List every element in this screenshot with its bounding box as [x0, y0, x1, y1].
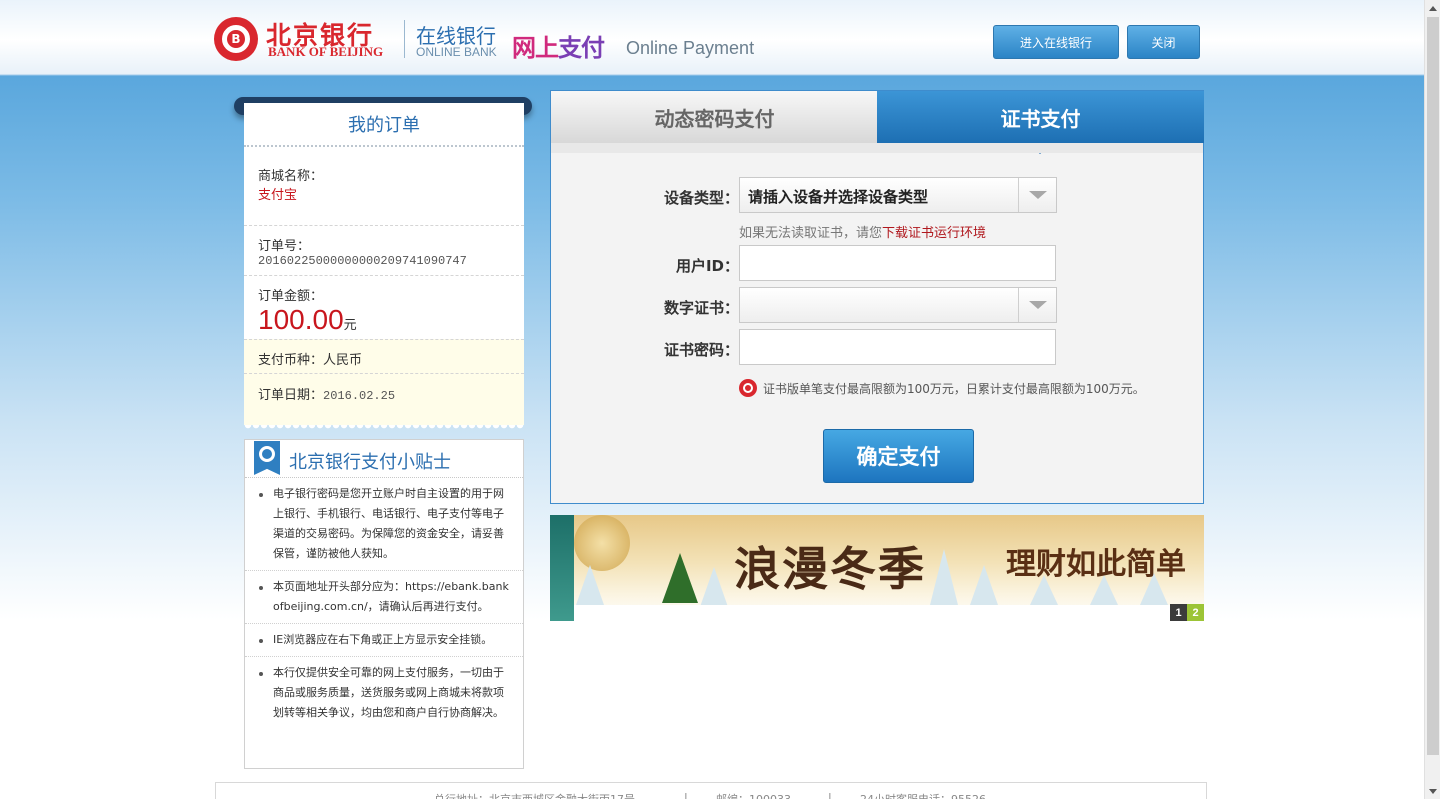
- order-number-value: 20160225000000000209741090747: [258, 254, 467, 268]
- limit-notice: 证书版单笔支付最高限额为100万元，日累计支付最高限额为100万元。: [739, 379, 1145, 397]
- tip-item: 电子银行密码是您开立账户时自主设置的用于网上银行、手机银行、电话银行、电子支付等…: [245, 478, 523, 571]
- online-payment-title-a: 网上: [512, 34, 559, 62]
- tips-list: 电子银行密码是您开立账户时自主设置的用于网上银行、手机银行、电话银行、电子支付等…: [245, 478, 523, 729]
- banner-edge: [550, 515, 574, 621]
- merchant-label: 商城名称：: [258, 169, 324, 184]
- promo-banner[interactable]: 浪漫冬季 理财如此简单 1 2: [550, 515, 1204, 621]
- online-payment-title-b: 支付: [558, 34, 605, 62]
- header-divider: [404, 20, 405, 58]
- bank-logo-small-icon: [739, 379, 757, 397]
- tips-header: 北京银行支付小贴士: [245, 440, 523, 478]
- snow-tree-icon: [930, 549, 958, 605]
- date-value: 2016.02.25: [323, 389, 396, 403]
- device-type-select[interactable]: 请插入设备并选择设备类型: [739, 177, 1057, 213]
- close-button[interactable]: 关闭: [1127, 25, 1200, 59]
- device-type-label: 设备类型：: [663, 189, 739, 207]
- currency-row: 支付币种：人民币: [244, 339, 524, 373]
- bank-name-en: BANK OF BEIJING: [268, 44, 384, 59]
- banner-headline: 浪漫冬季: [734, 542, 926, 596]
- certificate-hint: 如果无法读取证书，请您下载证书运行环境: [739, 222, 986, 241]
- bookmark-badge-icon: [254, 441, 280, 475]
- confirm-payment-button[interactable]: 确定支付: [823, 429, 974, 483]
- footer-separator: |: [684, 791, 688, 799]
- amount-unit: 元: [343, 318, 357, 333]
- device-type-value: 请插入设备并选择设备类型: [748, 188, 929, 206]
- tab-certificate[interactable]: 证书支付: [877, 91, 1204, 154]
- certificate-password-label: 证书密码：: [663, 341, 739, 359]
- snow-tree-icon: [970, 565, 998, 605]
- snow-tree-icon: [576, 565, 604, 605]
- merchant-row: 商城名称： 支付宝: [244, 155, 524, 225]
- order-panel: 我的订单 商城名称： 支付宝 订单号： 20160225000000000209…: [244, 103, 524, 431]
- tips-title: 北京银行支付小贴士: [289, 452, 451, 473]
- footer-hotline: 24小时客服电话：95526: [860, 791, 986, 799]
- footer-separator: |: [828, 791, 832, 799]
- bank-logo-icon: B: [214, 17, 258, 61]
- vertical-scrollbar[interactable]: [1424, 0, 1440, 799]
- receipt-edge: [244, 425, 524, 431]
- chevron-down-icon[interactable]: [1018, 288, 1056, 322]
- certificate-label: 数字证书：: [663, 299, 739, 317]
- currency-value: 人民币: [323, 353, 363, 368]
- merchant-value: 支付宝: [258, 188, 298, 203]
- scroll-down-icon[interactable]: [1425, 783, 1440, 799]
- chevron-down-icon[interactable]: [1018, 178, 1056, 212]
- download-environment-link[interactable]: 下载证书运行环境: [882, 226, 986, 241]
- header: B 北京银行 BANK OF BEIJING 在线银行 ONLINE BANK …: [0, 0, 1424, 76]
- tip-item: 本行仅提供安全可靠的网上支付服务，一切由于商品或服务质量，送货服务或网上商城未将…: [245, 657, 523, 729]
- limit-text: 证书版单笔支付最高限额为100万元，日累计支付最高限额为100万元。: [763, 381, 1145, 396]
- tip-item: 本页面地址开头部分应为：https://ebank.bankofbeijing.…: [245, 571, 523, 624]
- certificate-password-input[interactable]: [739, 329, 1056, 365]
- scroll-up-icon[interactable]: [1425, 0, 1440, 16]
- scrollbar-thumb[interactable]: [1427, 17, 1439, 755]
- currency-label: 支付币种：: [258, 353, 324, 368]
- certificate-select[interactable]: [739, 287, 1057, 323]
- tip-item: IE浏览器应在右下角或正上方显示安全挂锁。: [245, 624, 523, 657]
- footer: 总行地址：北京市西城区金融大街丙17号 | 邮编：100033 | 24小时客服…: [215, 782, 1207, 799]
- tab-underline: [551, 143, 1203, 153]
- date-row: 订单日期：2016.02.25: [244, 373, 524, 425]
- amount-label: 订单金额：: [258, 289, 324, 304]
- order-number-row: 订单号： 20160225000000000209741090747: [244, 225, 524, 275]
- snow-tree-icon: [700, 567, 728, 607]
- online-bank-subtitle: ONLINE BANK: [416, 45, 497, 59]
- tab-dynamic-password[interactable]: 动态密码支付: [551, 91, 878, 143]
- tips-panel: 北京银行支付小贴士 电子银行密码是您开立账户时自主设置的用于网上银行、手机银行、…: [244, 439, 524, 769]
- snow-ground: [574, 605, 1204, 621]
- amount-value: 100.00: [258, 304, 344, 335]
- banner-page-2[interactable]: 2: [1187, 604, 1204, 621]
- christmas-tree-icon: [662, 553, 698, 603]
- certificate-hint-text: 如果无法读取证书，请您: [739, 226, 883, 241]
- footer-address: 总行地址：北京市西城区金融大街丙17号: [434, 791, 635, 799]
- coin-decoration: [574, 515, 630, 571]
- enter-online-bank-button[interactable]: 进入在线银行: [993, 25, 1119, 59]
- user-id-input[interactable]: [739, 245, 1056, 281]
- banner-tagline: 理财如此简单: [1006, 547, 1186, 582]
- user-id-label: 用户ID：: [675, 257, 739, 275]
- online-payment-subtitle: Online Payment: [626, 38, 755, 58]
- banner-page-1[interactable]: 1: [1170, 604, 1187, 621]
- date-label: 订单日期：: [258, 388, 324, 403]
- online-payment-title: 网上支付: [512, 28, 605, 63]
- order-title: 我的订单: [244, 103, 524, 147]
- amount-row: 订单金额： 100.00元: [244, 275, 524, 339]
- footer-postcode: 邮编：100033: [716, 791, 791, 799]
- payment-panel: 动态密码支付 证书支付 设备类型： 请插入设备并选择设备类型 如果无法读取证书，…: [550, 90, 1204, 504]
- order-number-label: 订单号：: [258, 239, 311, 254]
